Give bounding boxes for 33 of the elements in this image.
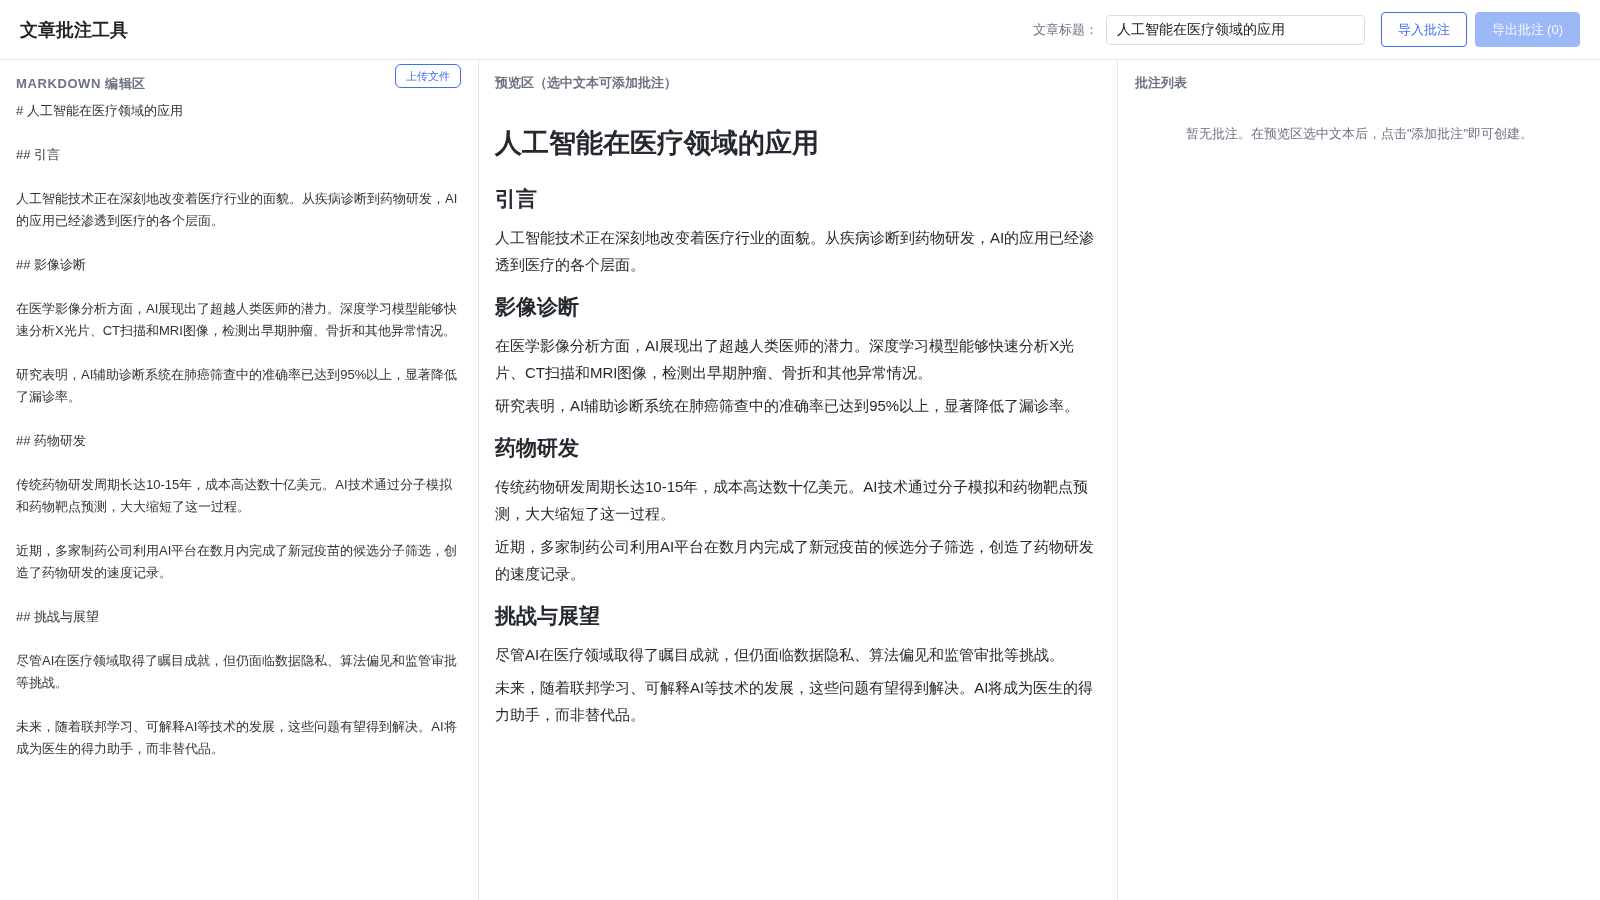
empty-message: 暂无批注。在预览区选中文本后，点击"添加批注"即可创建。 <box>1184 125 1535 143</box>
markdown-line: 传统药物研发周期长达10-15年，成本高达数十亿美元。AI技术通过分子模拟和药物靶点预测，大大缩短了这一过程。 <box>16 476 453 516</box>
section-heading: 引言 <box>495 186 538 212</box>
paragraph: 研究表明，AI辅助诊断系统在肺癌筛查中的准确率已达到95%以上，显著降低了漏诊率。 <box>495 396 1081 416</box>
paragraph: 尽管AI在医疗领域取得了瞩目成就，但仍面临数据隐私、算法偏见和监管审批等挑战。 <box>495 645 1066 665</box>
title-label: 文章标题： <box>1032 20 1098 39</box>
section-heading: 影像诊断 <box>495 294 580 320</box>
paragraph: 人工智能技术正在深刻地改变着医疗行业的面貌。从疾病诊断到药物研发，AI的应用已经渗透到医疗的各个层面。 <box>495 228 1096 275</box>
paragraph: 未来，随着联邦学习、可解释AI等技术的发展，这些问题有望得到解决。AI将成为医生的得力助手，而非替代品。 <box>495 678 1095 725</box>
markdown-line: ## 挑战与展望 <box>16 608 101 626</box>
markdown-line: 近期，多家制药公司利用AI平台在数月内完成了新冠疫苗的候选分子筛选，创造了药物研发的速度记录。 <box>16 542 459 582</box>
markdown-line: 研究表明，AI辅助诊断系统在肺癌筛查中的准确率已达到95%以上，显著降低了漏诊率。 <box>16 366 459 406</box>
preview-title: 人工智能在医疗领域的应用 <box>495 127 820 160</box>
markdown-line: ## 引言 <box>16 146 62 164</box>
markdown-line: ## 药物研发 <box>16 432 88 450</box>
editor-heading: MARKDOWN 编辑区 <box>16 76 146 92</box>
paragraph: 传统药物研发周期长达10-15年，成本高达数十亿美元。AI技术通过分子模拟和药物靶点预测，大大缩短了这一过程。 <box>495 477 1089 524</box>
markdown-line: 人工智能技术正在深刻地改变着医疗行业的面貌。从疾病诊断到药物研发，AI的应用已经渗透到医疗的各个层面。 <box>16 190 459 230</box>
preview-heading: 预览区（选中文本可添加批注） <box>495 75 678 91</box>
section-heading: 药物研发 <box>495 435 580 461</box>
paragraph: 近期，多家制药公司利用AI平台在数月内完成了新冠疫苗的候选分子筛选，创造了药物研发的速度记录。 <box>495 537 1096 584</box>
paragraph: 在医学影像分析方面，AI展现出了超越人类医师的潜力。深度学习模型能够快速分析X光片、CT扫描和MRI图像，检测出早期肿瘤、骨折和其他异常情况。 <box>495 336 1076 383</box>
markdown-line: 在医学影像分析方面，AI展现出了超越人类医师的潜力。深度学习模型能够快速分析X光片、CT扫描和MRI图像，检测出早期肿瘤、骨折和其他异常情况。 <box>16 300 459 340</box>
annotations-heading: 批注列表 <box>1135 75 1188 91</box>
markdown-line: 尽管AI在医疗领域取得了瞩目成就，但仍面临数据隐私、算法偏见和监管审批等挑战。 <box>16 652 459 692</box>
app-title: 文章批注工具 <box>20 18 128 42</box>
markdown-line: # 人工智能在医疗领域的应用 <box>16 102 184 120</box>
markdown-line: ## 影像诊断 <box>16 256 88 274</box>
markdown-line: 未来，随着联邦学习、可解释AI等技术的发展，这些问题有望得到解决。AI将成为医生的得力助手，而非替代品。 <box>16 718 458 758</box>
import-button[interactable]: 导入批注 <box>1380 12 1467 47</box>
section-heading: 挑战与展望 <box>495 603 601 629</box>
title-input[interactable]: 人工智能在医疗领域的应用 <box>1105 14 1365 45</box>
upload-button[interactable]: 上传文件 <box>395 64 461 88</box>
